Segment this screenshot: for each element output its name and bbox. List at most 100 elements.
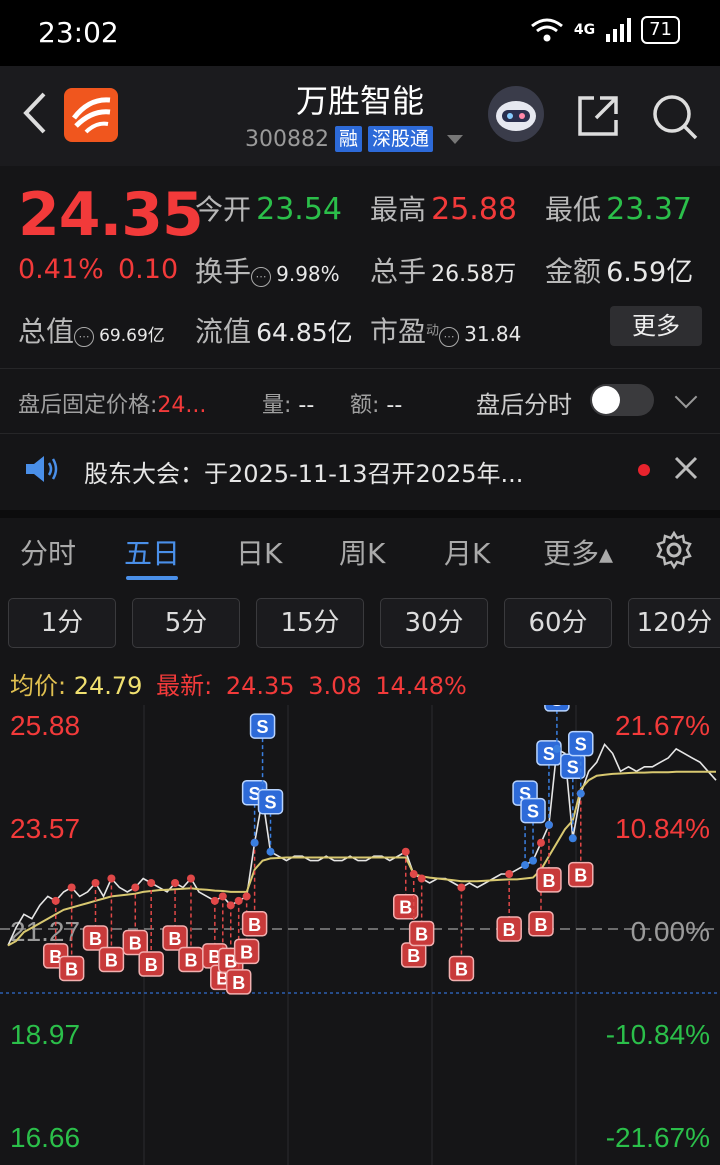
info-icon: ⋯ xyxy=(74,326,95,347)
latest-value: 24.35 xyxy=(225,672,295,700)
y-tick-right: -21.67% xyxy=(606,1122,710,1153)
fixed-price-field: 盘后固定价格:24... xyxy=(18,393,207,418)
buy-marker-label: B xyxy=(232,973,245,993)
status-bar: 23:02 4G 71 xyxy=(0,0,720,66)
buy-marker-dot xyxy=(91,878,100,887)
stock-code: 300882 xyxy=(245,126,329,152)
after-intraday-label: 盘后分时 xyxy=(476,391,572,419)
sell-marker-dot xyxy=(250,838,259,847)
period-1min[interactable]: 1分 xyxy=(8,598,116,648)
average-price-line xyxy=(7,770,716,947)
y-tick-right: 10.84% xyxy=(615,813,710,844)
y-tick-right: -10.84% xyxy=(606,1019,710,1050)
buy-marker-label: B xyxy=(415,925,428,945)
more-quote-button[interactable]: 更多 xyxy=(610,306,702,346)
toggle-knob xyxy=(592,386,620,414)
announcement-text: 股东大会：于2025-11-13召开2025年... xyxy=(84,460,524,488)
gear-icon[interactable] xyxy=(654,530,694,570)
close-icon[interactable] xyxy=(672,454,700,482)
period-30min[interactable]: 30分 xyxy=(380,598,488,648)
period-5min[interactable]: 5分 xyxy=(132,598,240,648)
chevron-down-icon[interactable] xyxy=(674,385,698,409)
tab-daily-k[interactable]: 日K xyxy=(236,532,282,572)
amount-field: 金额 6.59亿 xyxy=(545,255,694,288)
latest-change: 3.08 xyxy=(308,672,362,700)
period-120min[interactable]: 120分 xyxy=(628,598,720,648)
buy-marker-label: B xyxy=(145,955,158,975)
buy-marker-dot xyxy=(210,896,219,905)
period-15min[interactable]: 15分 xyxy=(256,598,364,648)
turnover-field: 换手 ⋯ 9.98% xyxy=(195,255,340,288)
buy-marker-label: B xyxy=(407,946,420,966)
buy-marker-dot xyxy=(131,883,140,892)
buy-marker-label: B xyxy=(184,951,197,971)
sell-marker-dot xyxy=(266,847,275,856)
y-tick-left: 16.66 xyxy=(10,1122,80,1153)
y-tick-left: 23.57 xyxy=(10,813,80,844)
buy-marker-dot xyxy=(226,901,235,910)
volume-field: 总手 26.58万 xyxy=(370,255,517,288)
buy-marker-label: B xyxy=(248,915,261,935)
change-amount: 0.10 xyxy=(118,254,179,285)
info-icon: ⋯ xyxy=(251,266,272,287)
quote-panel: 24.35 0.41% 0.10 今开 23.54 最高 25.88 最低 23… xyxy=(0,166,720,368)
buy-marker-dot xyxy=(234,896,243,905)
latest-label: 最新: xyxy=(156,672,213,700)
connect-tag: 深股通 xyxy=(368,126,434,152)
sell-marker-label: S xyxy=(575,735,587,755)
open-field: 今开 23.54 xyxy=(195,192,342,227)
speaker-icon xyxy=(26,456,58,482)
buy-marker-label: B xyxy=(65,959,78,979)
network-label: 4G xyxy=(573,22,596,38)
tab-intraday[interactable]: 分时 xyxy=(20,532,76,572)
assistant-robot-icon[interactable] xyxy=(488,86,544,142)
buy-marker-dot xyxy=(147,878,156,887)
status-icons: 4G 71 xyxy=(530,16,680,44)
period-60min[interactable]: 60分 xyxy=(504,598,612,648)
buy-marker-dot xyxy=(457,883,466,892)
share-icon[interactable] xyxy=(574,92,622,140)
active-tab-indicator xyxy=(126,576,178,580)
sell-marker-dot xyxy=(529,856,538,865)
buy-marker-label: B xyxy=(455,959,468,979)
stock-code-line[interactable]: 300882 融 深股通 xyxy=(245,126,464,152)
buy-marker-label: B xyxy=(169,929,182,949)
after-hours-bar: 盘后固定价格:24... 量: -- 额: -- 盘后分时 xyxy=(0,368,720,434)
buy-marker-dot xyxy=(107,874,116,883)
chart-info-line: 均价: 24.79 最新: 24.35 3.08 14.48% xyxy=(10,666,467,701)
stock-header: 万胜智能 300882 融 深股通 xyxy=(0,66,720,167)
y-tick-right: 0.00% xyxy=(631,916,710,947)
buy-marker-label: B xyxy=(574,866,587,886)
dropdown-caret-icon xyxy=(447,134,464,144)
search-icon[interactable] xyxy=(650,92,700,142)
buy-marker-label: B xyxy=(240,942,253,962)
avg-value: 24.79 xyxy=(73,672,143,700)
announcement-bar[interactable]: 股东大会：于2025-11-13召开2025年... xyxy=(0,432,720,518)
high-field: 最高 25.88 xyxy=(370,192,517,227)
sell-marker-dot xyxy=(521,861,530,870)
tab-monthly-k[interactable]: 月K xyxy=(444,532,490,572)
tab-weekly-k[interactable]: 周K xyxy=(339,532,385,572)
tab-five-day[interactable]: 五日 xyxy=(124,532,180,572)
sell-marker-label: S xyxy=(257,717,269,737)
chart-tabs: 分时 五日 日K 周K 月K 更多▴ xyxy=(0,518,720,588)
after-amount-field: 额: -- xyxy=(350,393,403,418)
y-tick-right: 21.67% xyxy=(615,710,710,741)
buy-marker-label: B xyxy=(89,929,102,949)
buy-marker-label: B xyxy=(534,915,547,935)
info-icon: ⋯ xyxy=(439,326,460,347)
sell-marker-label: S xyxy=(543,744,555,764)
after-intraday-toggle[interactable] xyxy=(590,384,654,416)
tab-more[interactable]: 更多▴ xyxy=(543,532,613,572)
avg-label: 均价: xyxy=(10,672,67,700)
battery-icon: 71 xyxy=(641,16,680,44)
signal-icon xyxy=(606,18,632,42)
float-cap-field: 流值 64.85亿 xyxy=(195,315,353,348)
sell-marker-label: S xyxy=(265,793,277,813)
sell-marker-label: S xyxy=(527,802,539,822)
sell-marker-label: S xyxy=(551,705,563,710)
buy-marker-dot xyxy=(51,896,60,905)
market-cap-field: 总值 ⋯ 69.69亿 xyxy=(18,315,165,348)
five-day-chart[interactable]: 25.88 21.67%23.57 10.84%21.27 0.00%18.97 -10… xyxy=(0,705,720,1165)
buy-marker-label: B xyxy=(105,951,118,971)
